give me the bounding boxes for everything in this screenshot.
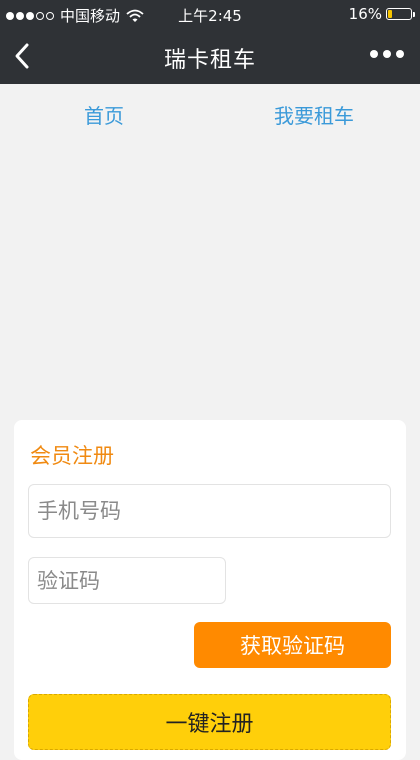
phone-number-input[interactable]: [28, 484, 391, 538]
battery-level: [388, 10, 392, 18]
verification-code-input[interactable]: [28, 557, 226, 604]
rent-car-link[interactable]: 我要租车: [274, 100, 354, 129]
page-title: 瑞卡租车: [163, 48, 256, 73]
more-dot: [396, 50, 404, 58]
more-dots-icon[interactable]: [370, 50, 404, 58]
nav-bar: 瑞卡租车: [0, 28, 420, 84]
one-click-register-button[interactable]: 一键注册: [28, 694, 391, 750]
register-card-title: 会员注册: [30, 444, 114, 468]
more-dot: [383, 50, 391, 58]
battery-percent: 16%: [348, 5, 382, 23]
get-verification-code-button[interactable]: 获取验证码: [194, 622, 391, 668]
top-links: 首页 我要租车: [0, 84, 420, 144]
register-card: 会员注册 获取验证码 一键注册: [14, 420, 406, 760]
more-dot: [370, 50, 378, 58]
battery-icon: [386, 8, 415, 20]
status-bar: 中国移动 上午2:45 16%: [0, 0, 420, 28]
status-right: 16%: [348, 5, 415, 23]
home-link[interactable]: 首页: [84, 100, 124, 129]
